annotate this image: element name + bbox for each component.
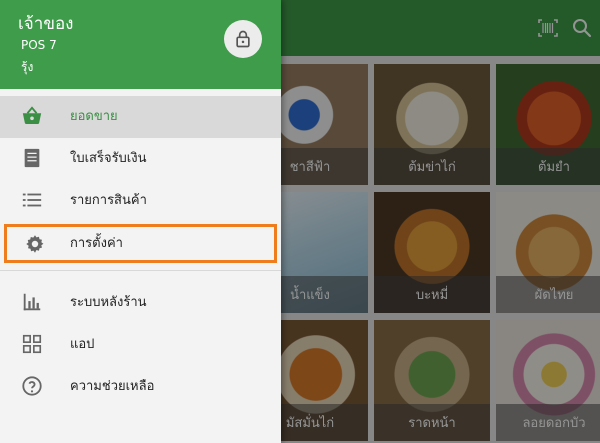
menu-item-label: การตั้งค่า	[70, 236, 123, 251]
lock-icon	[236, 30, 250, 48]
pos-name: POS 7	[21, 38, 57, 52]
menu-item-label: รายการสินค้า	[70, 193, 147, 208]
menu-item-sales[interactable]: ยอดขาย	[0, 96, 281, 138]
owner-name: เจ้าของ	[18, 14, 74, 34]
gear-icon	[26, 235, 44, 253]
bar-chart-icon	[23, 293, 41, 311]
menu-item-label: ใบเสร็จรับเงิน	[70, 151, 147, 166]
store-name: รุ้ง	[21, 60, 34, 74]
menu-item-settings[interactable]: การตั้งค่า	[4, 224, 277, 263]
drawer-header: เจ้าของ POS 7 รุ้ง	[0, 0, 281, 89]
menu-item-items[interactable]: รายการสินค้า	[0, 180, 281, 222]
menu-divider	[0, 270, 281, 271]
menu-item-apps[interactable]: แอป	[0, 324, 281, 366]
list-icon	[22, 193, 42, 207]
menu-item-label: ความช่วยเหลือ	[70, 379, 155, 394]
menu-item-label: ระบบหลังร้าน	[70, 295, 147, 310]
menu-item-back-office[interactable]: ระบบหลังร้าน	[0, 282, 281, 324]
menu-item-label: ยอดขาย	[70, 109, 118, 124]
lock-button[interactable]	[224, 20, 262, 58]
menu-item-help[interactable]: ความช่วยเหลือ	[0, 366, 281, 408]
menu-item-receipts[interactable]: ใบเสร็จรับเงิน	[0, 138, 281, 180]
navigation-drawer: เจ้าของ POS 7 รุ้ง ยอดขาย ใบเสร็จรับเงิน…	[0, 0, 281, 443]
receipt-icon	[24, 148, 40, 168]
help-icon	[22, 376, 42, 396]
basket-icon	[22, 106, 42, 124]
apps-icon	[22, 334, 42, 354]
menu-item-label: แอป	[70, 337, 95, 352]
